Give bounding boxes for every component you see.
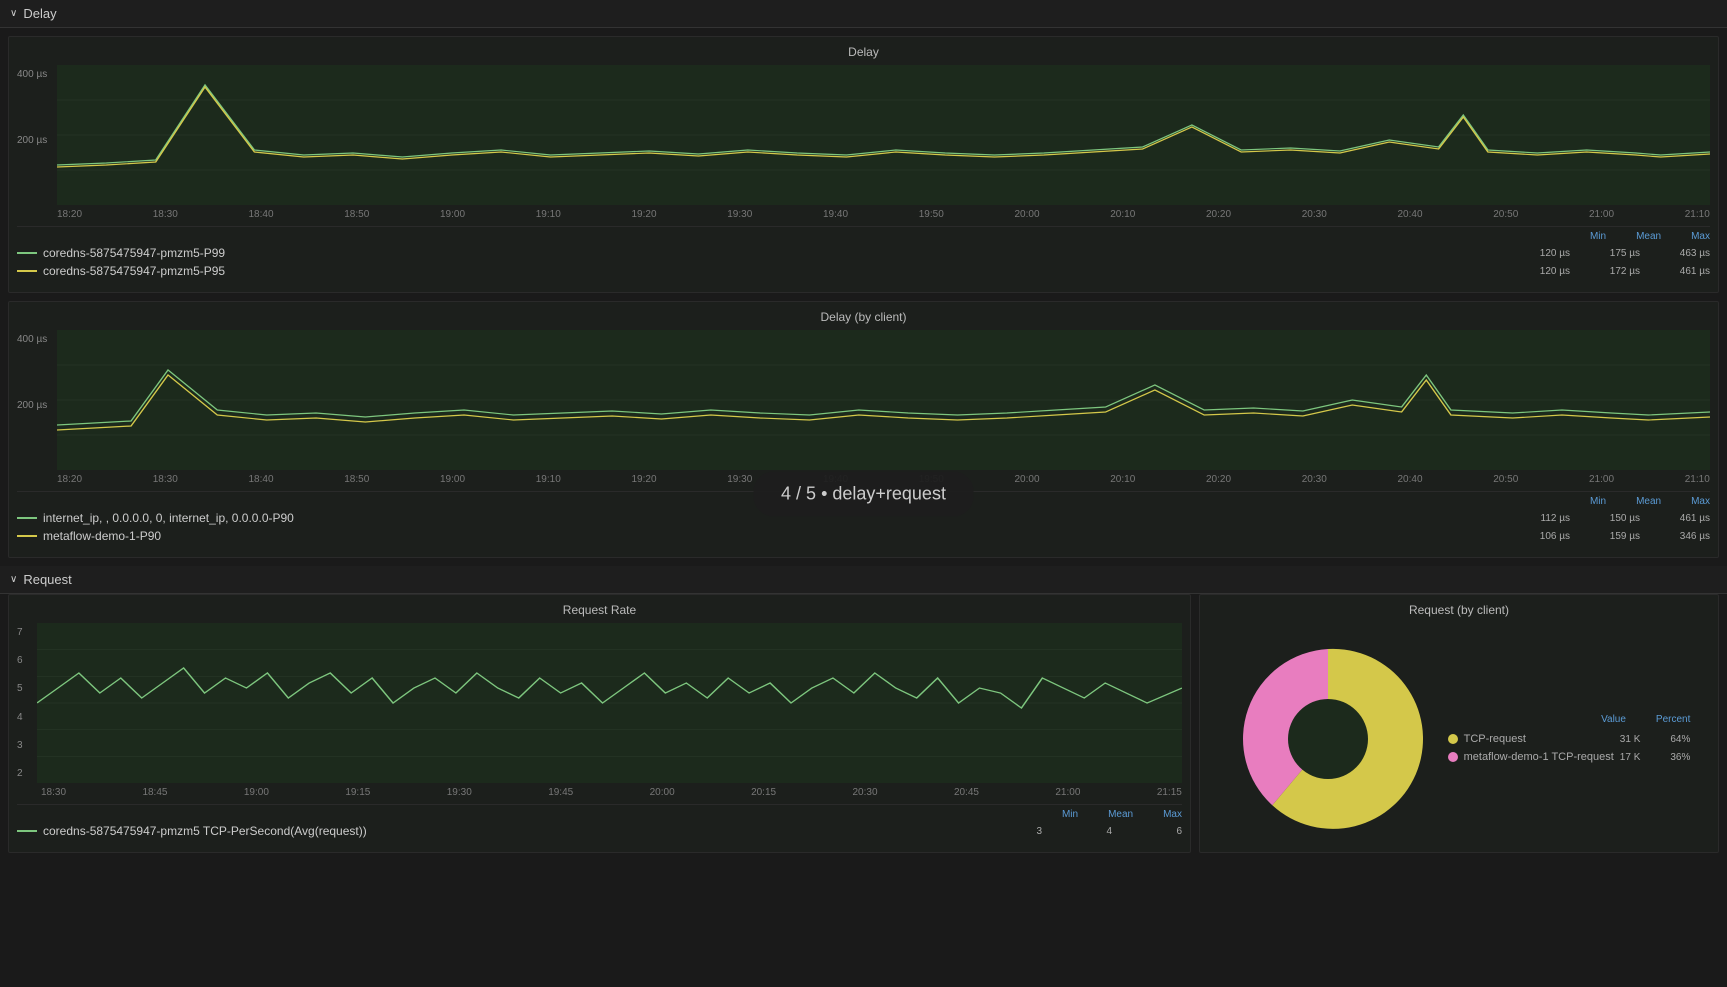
delay-chart1-title: Delay (17, 45, 1710, 59)
delay-chevron-icon: ∨ (10, 8, 17, 19)
request-rate-x-axis: 18:3018:4519:0019:1519:3019:4520:0020:15… (17, 785, 1182, 798)
request-rate-title: Request Rate (17, 603, 1182, 617)
delay-chart2-x-axis: 18:2018:3018:4018:5019:0019:1019:2019:30… (17, 472, 1710, 485)
delay-chart1-mean-header: Mean (1636, 231, 1661, 242)
request-client-panel: Request (by client) Value Percent TC (1199, 594, 1719, 853)
delay-chart1-legend-row-0: coredns-5875475947-pmzm5-P99 120 µs 175 … (17, 244, 1710, 262)
delay-chart2-legend-label-1: metaflow-demo-1-P90 (43, 529, 161, 543)
delay-chart1-legend: Min Mean Max coredns-5875475947-pmzm5-P9… (17, 226, 1710, 284)
request-rate-mean-0: 4 (1072, 826, 1112, 837)
request-rate-legend-label-0: coredns-5875475947-pmzm5 TCP-PerSecond(A… (43, 824, 367, 838)
pie-percent-1: 36% (1670, 752, 1690, 763)
pie-percent-0: 64% (1670, 734, 1690, 745)
pie-legend-row-0: TCP-request 31 K 64% (1448, 733, 1691, 745)
pie-legend-row-1: metaflow-demo-1 TCP-request 17 K 36% (1448, 751, 1691, 763)
delay-chart2-min-1: 106 µs (1530, 531, 1570, 542)
pie-chart (1228, 639, 1428, 839)
delay-chart1-max-0: 463 µs (1670, 248, 1710, 259)
request-rate-min-header: Min (1062, 809, 1078, 820)
delay-chart1-min-header: Min (1590, 231, 1606, 242)
delay-chart2-panel: Delay (by client) 400 µs 200 µs 18:2018:… (8, 301, 1719, 558)
delay-chart1-legend-line-0 (17, 252, 37, 254)
request-rate-legend-line-0 (17, 830, 37, 832)
delay-chart2-max-header: Max (1691, 496, 1710, 507)
delay-chart2-title: Delay (by client) (17, 310, 1710, 324)
request-rate-min-0: 3 (1002, 826, 1042, 837)
delay-chart1-min-1: 120 µs (1530, 266, 1570, 277)
delay-chart2-legend-line-0 (17, 517, 37, 519)
pie-value-header: Value (1601, 714, 1626, 725)
delay-chart1-x-axis: 18:2018:3018:4018:5019:0019:1019:2019:30… (17, 207, 1710, 220)
delay-chart1-max-header: Max (1691, 231, 1710, 242)
delay-chart1-mean-0: 175 µs (1600, 248, 1640, 259)
delay-chart1-legend-row-1: coredns-5875475947-pmzm5-P95 120 µs 172 … (17, 262, 1710, 280)
request-rate-max-0: 6 (1142, 826, 1182, 837)
request-rate-legend: Min Mean Max coredns-5875475947-pmzm5 TC… (17, 804, 1182, 844)
pie-dot-0 (1448, 734, 1458, 744)
request-chevron-icon: ∨ (10, 574, 17, 585)
delay-chart2-legend-label-0: internet_ip, , 0.0.0.0, 0, internet_ip, … (43, 511, 294, 525)
request-rate-legend-row-0: coredns-5875475947-pmzm5 TCP-PerSecond(A… (17, 822, 1182, 840)
delay-chart2-min-0: 112 µs (1530, 513, 1570, 524)
delay-chart1-mean-1: 172 µs (1600, 266, 1640, 277)
pie-dot-1 (1448, 752, 1458, 762)
delay-chart1-y-axis: 400 µs 200 µs (17, 65, 51, 205)
request-charts-row: Request Rate 7 6 5 4 3 2 (8, 594, 1719, 853)
request-section-header[interactable]: ∨ Request (0, 566, 1727, 594)
delay-chart2-legend: Min Mean Max internet_ip, , 0.0.0.0, 0, … (17, 491, 1710, 549)
pie-value-1: 17 K (1620, 752, 1641, 763)
request-client-title: Request (by client) (1208, 603, 1710, 617)
delay-chart2-mean-header: Mean (1636, 496, 1661, 507)
delay-chart1-area (57, 65, 1710, 205)
delay-chart2-legend-row-1: metaflow-demo-1-P90 106 µs 159 µs 346 µs (17, 527, 1710, 545)
delay-chart1-legend-label-0: coredns-5875475947-pmzm5-P99 (43, 246, 225, 260)
delay-chart1-legend-label-1: coredns-5875475947-pmzm5-P95 (43, 264, 225, 278)
pie-label-1: metaflow-demo-1 TCP-request (1464, 751, 1614, 763)
delay-chart2-mean-1: 159 µs (1600, 531, 1640, 542)
delay-chart2-area (57, 330, 1710, 470)
delay-chart1-panel: Delay 400 µs 200 µs (8, 36, 1719, 293)
pie-label-0: TCP-request (1464, 733, 1526, 745)
pie-legend-header: Value Percent (1448, 714, 1691, 725)
delay-chart1-legend-line-1 (17, 270, 37, 272)
pie-container: Value Percent TCP-request 31 K 64% metaf… (1208, 633, 1710, 844)
pie-legend: Value Percent TCP-request 31 K 64% metaf… (1448, 714, 1691, 763)
delay-chart1-max-1: 461 µs (1670, 266, 1710, 277)
delay-chart2-max-1: 346 µs (1670, 531, 1710, 542)
delay-chart1-min-0: 120 µs (1530, 248, 1570, 259)
pie-percent-header: Percent (1656, 714, 1690, 725)
delay-chart2-y-axis: 400 µs 200 µs (17, 330, 51, 470)
request-rate-chart-area (37, 623, 1182, 783)
delay-chart2-max-0: 461 µs (1670, 513, 1710, 524)
request-rate-mean-header: Mean (1108, 809, 1133, 820)
pie-value-0: 31 K (1620, 734, 1641, 745)
delay-section-header[interactable]: ∨ Delay (0, 0, 1727, 28)
delay-chart2-min-header: Min (1590, 496, 1606, 507)
request-rate-max-header: Max (1163, 809, 1182, 820)
request-rate-y-axis: 7 6 5 4 3 2 (17, 623, 37, 783)
delay-section-title: Delay (23, 6, 56, 21)
request-rate-panel: Request Rate 7 6 5 4 3 2 (8, 594, 1191, 853)
delay-chart2-legend-line-1 (17, 535, 37, 537)
request-section-title: Request (23, 572, 71, 587)
delay-chart2-legend-row-0: internet_ip, , 0.0.0.0, 0, internet_ip, … (17, 509, 1710, 527)
delay-chart2-mean-0: 150 µs (1600, 513, 1640, 524)
